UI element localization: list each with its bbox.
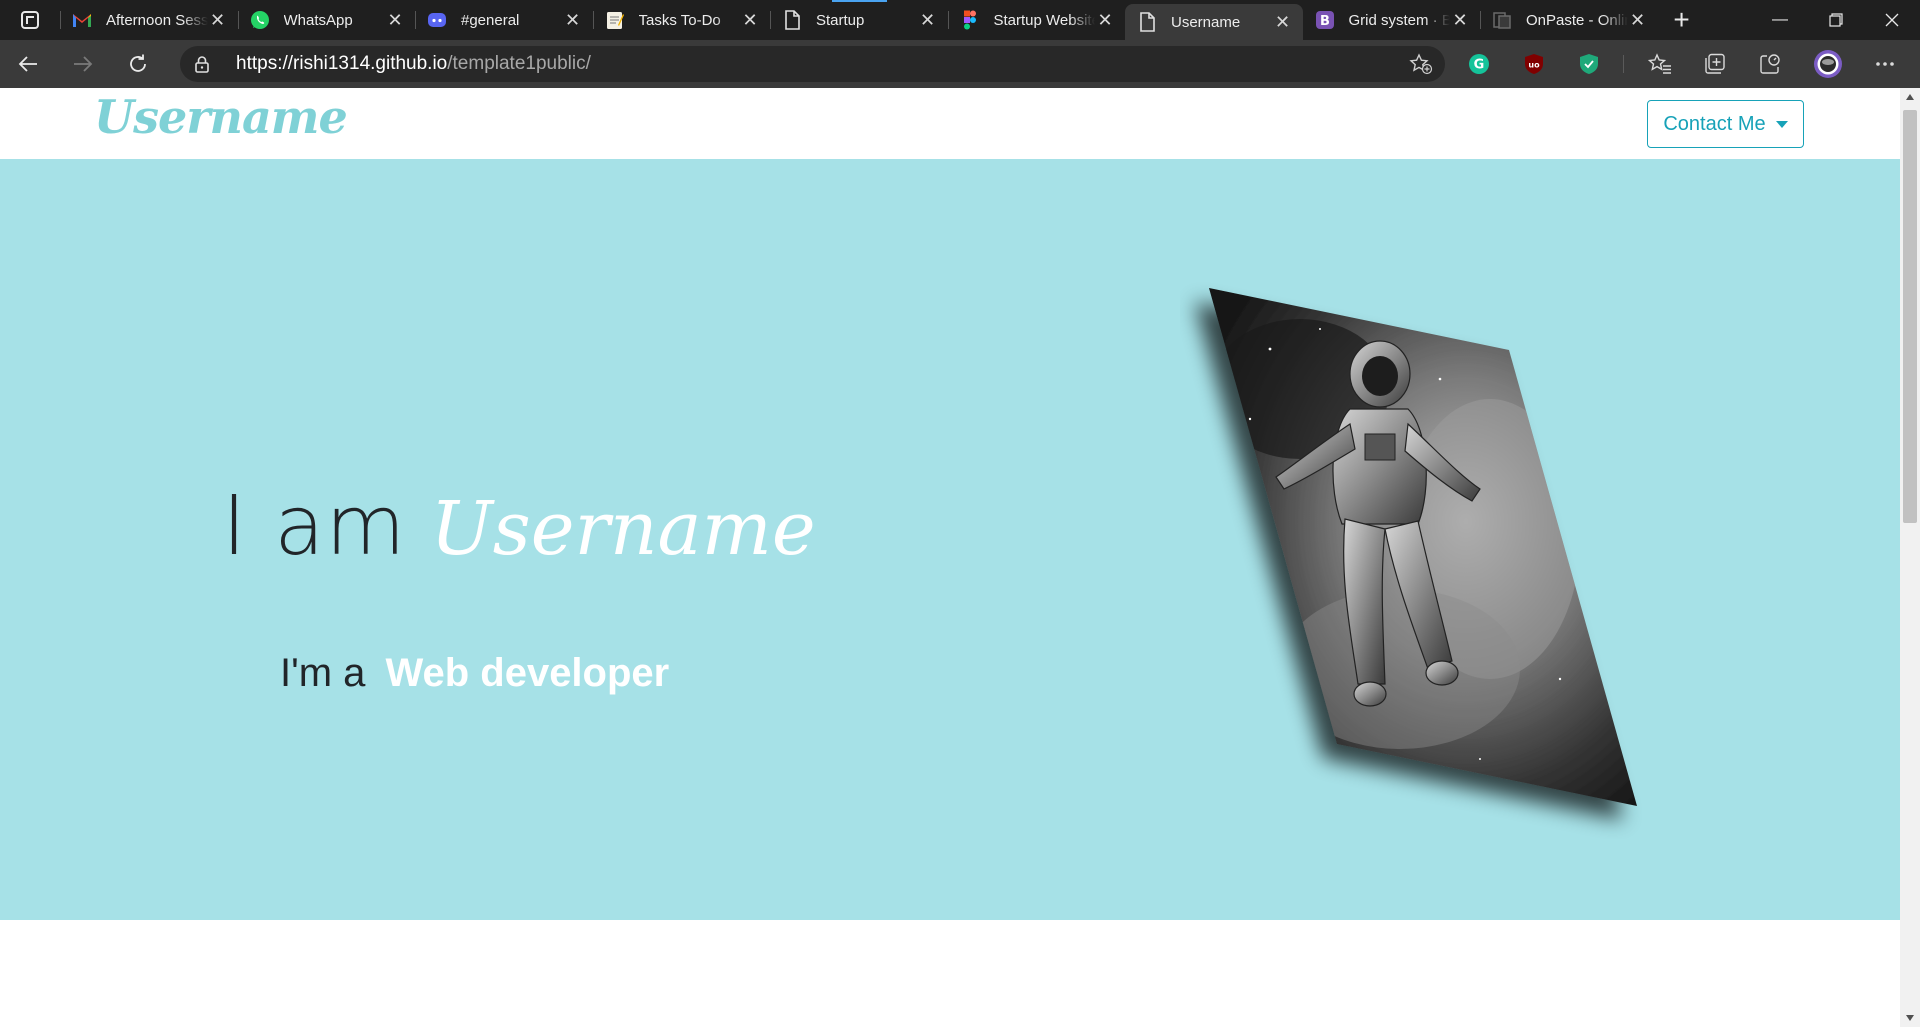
close-icon[interactable]: ✕: [385, 10, 405, 30]
close-icon[interactable]: ✕: [1273, 12, 1293, 32]
hero-heading: I am Username: [222, 479, 816, 574]
next-section: [0, 920, 1900, 1027]
performance-icon[interactable]: [1756, 50, 1784, 78]
tab-tasks[interactable]: Tasks To-Do ✕: [592, 0, 771, 40]
scrollbar-thumb[interactable]: [1903, 110, 1917, 523]
page-icon: [1137, 12, 1157, 32]
svg-text:B: B: [1320, 14, 1330, 29]
tab-title: Username: [1171, 13, 1241, 31]
whatsapp-icon: [250, 10, 270, 30]
page-icon: [782, 10, 802, 30]
grammarly-icon[interactable]: G: [1465, 50, 1493, 78]
contact-me-button[interactable]: Contact Me: [1647, 100, 1804, 148]
hero-subheading: I'm a Web developer: [280, 651, 669, 696]
forward-button[interactable]: [55, 40, 110, 88]
address-bar[interactable]: https://rishi1314.github.io/template1pub…: [180, 46, 1445, 82]
tab-title: #general: [461, 11, 520, 29]
close-icon[interactable]: ✕: [918, 10, 938, 30]
tab-title: Afternoon Session: [106, 11, 208, 29]
scroll-down-icon[interactable]: [1906, 1015, 1914, 1021]
onpaste-icon: [1492, 10, 1512, 30]
window-controls: —: [1752, 0, 1920, 40]
more-options-icon[interactable]: [1871, 50, 1899, 78]
page-scrollbar[interactable]: [1900, 88, 1920, 1027]
tab-discord[interactable]: #general ✕: [415, 0, 593, 40]
restore-icon[interactable]: [1808, 0, 1864, 40]
contact-me-label: Contact Me: [1663, 112, 1766, 135]
discord-icon: [427, 10, 447, 30]
refresh-button[interactable]: [110, 40, 165, 88]
url-text: https://rishi1314.github.io/template1pub…: [236, 53, 591, 74]
tab-username[interactable]: Username ✕: [1125, 4, 1303, 40]
close-icon[interactable]: ✕: [563, 10, 583, 30]
web-page: Username Contact Me I am Username I'm a …: [0, 88, 1900, 1027]
lock-icon[interactable]: [180, 55, 224, 73]
profile-avatar[interactable]: [1813, 49, 1843, 79]
astronaut-image: [1209, 288, 1637, 806]
collections-icon[interactable]: [1701, 50, 1729, 78]
arrow-left-icon: [18, 56, 37, 72]
minimize-icon[interactable]: —: [1752, 0, 1808, 40]
tab-title: WhatsApp: [283, 11, 353, 29]
hero-section: I am Username I'm a Web developer: [0, 159, 1900, 920]
new-tab-button[interactable]: +: [1658, 0, 1706, 40]
svg-text:uo: uo: [1528, 61, 1540, 70]
tab-startup[interactable]: Startup ✕: [770, 0, 948, 40]
tab-title: Startup Website: [993, 11, 1096, 29]
close-icon[interactable]: ✕: [1628, 10, 1648, 30]
close-icon[interactable]: ✕: [740, 10, 760, 30]
tab-whatsapp[interactable]: WhatsApp ✕: [237, 0, 416, 40]
hero-name: Username: [430, 486, 816, 572]
scroll-up-icon[interactable]: [1906, 94, 1914, 100]
refresh-icon: [129, 54, 146, 72]
caret-down-icon: [1775, 120, 1788, 128]
tab-title: Startup: [816, 11, 865, 29]
toolbar-divider: [1623, 55, 1624, 73]
site-navbar: Username Contact Me: [0, 88, 1900, 159]
hero-role-prefix: I'm a: [280, 651, 366, 695]
tab-title: Grid system · Bootstrap: [1348, 11, 1451, 29]
back-button[interactable]: [0, 40, 55, 88]
tab-title: OnPaste - Online: [1526, 11, 1628, 29]
loading-indicator: [832, 0, 887, 2]
tab-actions-icon: [21, 11, 39, 29]
close-icon[interactable]: ✕: [208, 10, 228, 30]
browser-toolbar: https://rishi1314.github.io/template1pub…: [0, 40, 1920, 88]
tab-actions-button[interactable]: [0, 0, 60, 40]
tab-onpaste[interactable]: OnPaste - Online ✕: [1480, 0, 1658, 40]
shield-check-icon[interactable]: [1575, 50, 1603, 78]
hero-i-am: I am: [222, 479, 407, 574]
favorites-icon[interactable]: [1646, 50, 1674, 78]
arrow-right-icon: [73, 56, 92, 72]
close-icon[interactable]: ✕: [1450, 10, 1470, 30]
svg-text:G: G: [1474, 58, 1485, 73]
tab-title: Tasks To-Do: [638, 11, 721, 29]
tab-gmail[interactable]: Afternoon Session ✕: [60, 0, 238, 40]
tab-bootstrap[interactable]: B Grid system · Bootstrap ✕: [1303, 0, 1481, 40]
close-window-icon[interactable]: [1864, 0, 1920, 40]
figma-icon: [960, 10, 980, 30]
ublock-icon[interactable]: uo: [1520, 50, 1548, 78]
close-icon[interactable]: ✕: [1095, 10, 1115, 30]
add-favorite-icon[interactable]: [1409, 53, 1433, 80]
tab-strip: Afternoon Session ✕ WhatsApp ✕ #general …: [0, 0, 1920, 40]
gmail-icon: [72, 10, 92, 30]
bootstrap-icon: B: [1315, 10, 1335, 30]
hero-role: Web developer: [385, 651, 670, 695]
brand-logo[interactable]: Username: [94, 90, 348, 144]
tab-startup-website[interactable]: Startup Website ✕: [947, 0, 1126, 40]
notepad-icon: [605, 10, 625, 30]
